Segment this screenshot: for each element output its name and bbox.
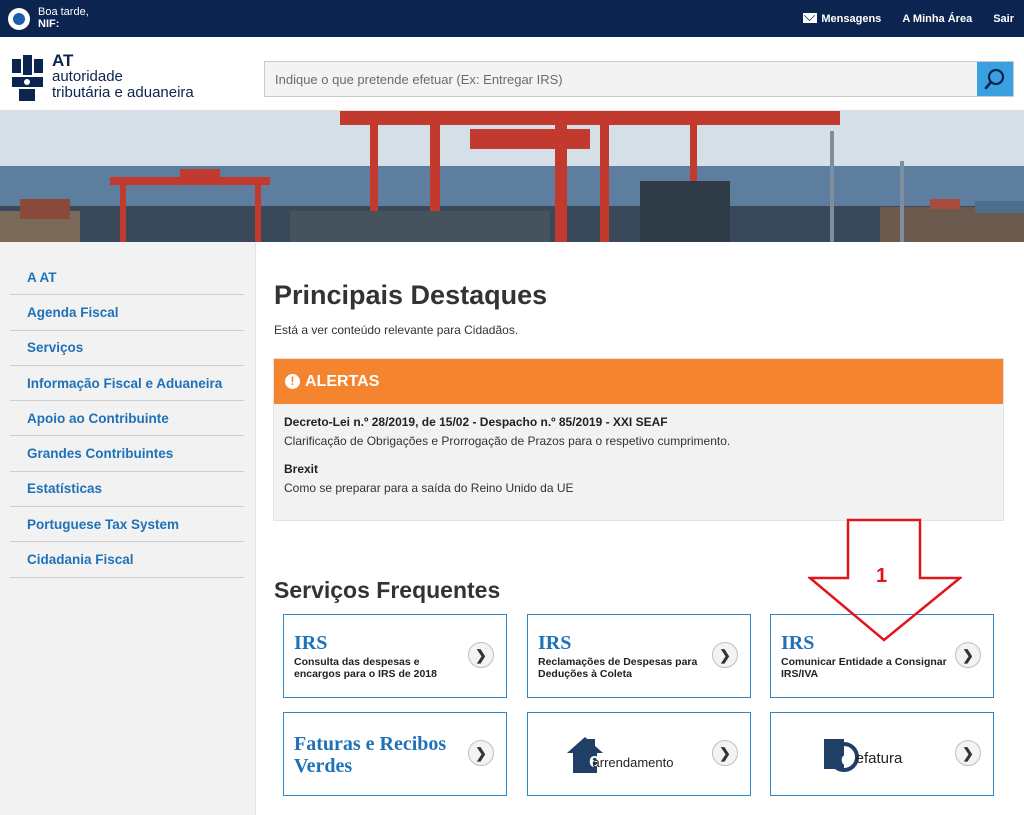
search-icon xyxy=(984,68,1005,90)
chevron-right-icon[interactable]: ❯ xyxy=(955,740,981,766)
card-heading: Faturas e Recibos Verdes xyxy=(294,733,447,777)
sidebar-item-servicos[interactable]: Serviços xyxy=(10,331,244,366)
card-description: Reclamações de Despesas para Deduções à … xyxy=(538,656,698,680)
sidebar-item-grandes-contribuintes[interactable]: Grandes Contribuintes xyxy=(10,436,244,472)
at-logo-mark-icon xyxy=(10,55,46,101)
sidebar-item-apoio-contribuinte[interactable]: Apoio ao Contribuinte xyxy=(10,401,244,437)
card-description: Consulta das despesas e encargos para o … xyxy=(294,656,437,680)
greeting: Boa tarde, NIF: xyxy=(38,6,89,30)
chevron-right-icon[interactable]: ❯ xyxy=(712,642,738,668)
port-cranes-illustration xyxy=(0,111,1024,242)
sidebar: A AT Agenda Fiscal Serviços Informação F… xyxy=(0,242,256,815)
brand-name: arrendamento xyxy=(592,754,674,770)
logo-text-autoridade: autoridade xyxy=(52,68,123,85)
top-bar: Boa tarde, NIF: Mensagens A Minha Área S… xyxy=(0,0,1024,37)
alerts-header-label: ALERTAS xyxy=(305,372,380,390)
logout-link[interactable]: Sair xyxy=(993,13,1014,25)
search-button[interactable] xyxy=(977,62,1013,96)
services-section-title: Serviços Frequentes xyxy=(274,577,501,603)
sidebar-item-estatisticas[interactable]: Estatísticas xyxy=(10,472,244,508)
greeting-text: Boa tarde, xyxy=(38,6,89,18)
search-bar xyxy=(264,61,1014,97)
logo-text-tributaria: tributária e aduaneira xyxy=(52,84,194,101)
search-input[interactable] xyxy=(265,62,977,96)
user-avatar-icon xyxy=(8,8,30,30)
alert-item[interactable]: Decreto-Lei n.º 28/2019, de 15/02 - Desp… xyxy=(284,415,730,448)
alert-description: Clarificação de Obrigações e Prorrogação… xyxy=(284,434,731,448)
sidebar-item-a-at[interactable]: A AT xyxy=(10,260,244,296)
sidebar-item-informacao-fiscal[interactable]: Informação Fiscal e Aduaneira xyxy=(10,366,244,402)
alerts-header: ! ALERTAS xyxy=(274,359,1003,404)
sidebar-item-portuguese-tax-system[interactable]: Portuguese Tax System xyxy=(10,507,244,543)
card-heading: IRS xyxy=(294,632,328,654)
card-description: Comunicar Entidade a Consignar IRS/IVA xyxy=(781,656,947,680)
service-card-e-arrendamento[interactable]: e arrendamento ❯ xyxy=(527,712,751,796)
chevron-right-icon[interactable]: ❯ xyxy=(955,642,981,668)
page-title: Principais Destaques xyxy=(274,280,548,310)
messages-label: Mensagens xyxy=(821,12,882,25)
chevron-right-icon[interactable]: ❯ xyxy=(468,642,494,668)
card-heading: IRS xyxy=(538,632,572,654)
header: AT autoridade tributária e aduaneira xyxy=(0,37,1024,111)
page-subtitle: Está a ver conteúdo relevante para Cidad… xyxy=(274,323,519,337)
service-card-irs-consulta[interactable]: IRS Consulta das despesas e encargos par… xyxy=(283,614,507,698)
alerts-panel: ! ALERTAS Decreto-Lei n.º 28/2019, de 15… xyxy=(273,358,1004,521)
messages-link[interactable]: Mensagens xyxy=(803,12,882,25)
sidebar-item-agenda-fiscal[interactable]: Agenda Fiscal xyxy=(10,295,244,331)
alert-title[interactable]: Brexit xyxy=(284,462,574,476)
nif-label: NIF: xyxy=(38,18,60,30)
service-card-irs-reclamacoes[interactable]: IRS Reclamações de Despesas para Deduçõe… xyxy=(527,614,751,698)
logo-text-at: AT xyxy=(52,51,74,70)
annotation-number: 1 xyxy=(876,565,888,587)
hero-banner-image xyxy=(0,111,1024,242)
sidebar-menu: A AT Agenda Fiscal Serviços Informação F… xyxy=(10,260,244,578)
chevron-right-icon[interactable]: ❯ xyxy=(712,740,738,766)
my-area-link[interactable]: A Minha Área xyxy=(902,13,972,25)
exclamation-icon: ! xyxy=(285,374,300,389)
brand-name: efatura xyxy=(855,749,903,767)
alert-description: Como se preparar para a saída do Reino U… xyxy=(284,481,574,495)
e-arrendamento-logo: e arrendamento xyxy=(528,713,708,797)
at-logo[interactable]: AT autoridade tributária e aduaneira xyxy=(10,51,210,103)
chevron-right-icon[interactable]: ❯ xyxy=(468,740,494,766)
sidebar-item-cidadania-fiscal[interactable]: Cidadania Fiscal xyxy=(10,542,244,578)
efatura-logo: e efatura xyxy=(771,713,951,797)
top-links: Mensagens A Minha Área Sair xyxy=(782,0,1014,37)
service-card-faturas-recibos[interactable]: Faturas e Recibos Verdes ❯ xyxy=(283,712,507,796)
brand-prefix: e xyxy=(841,749,851,769)
service-card-efatura[interactable]: e efatura ❯ xyxy=(770,712,994,796)
envelope-icon xyxy=(803,12,818,23)
alert-title[interactable]: Decreto-Lei n.º 28/2019, de 15/02 - Desp… xyxy=(284,415,730,429)
alert-item[interactable]: Brexit Como se preparar para a saída do … xyxy=(284,462,574,495)
efatura-logo-mark-icon: e xyxy=(823,739,859,772)
